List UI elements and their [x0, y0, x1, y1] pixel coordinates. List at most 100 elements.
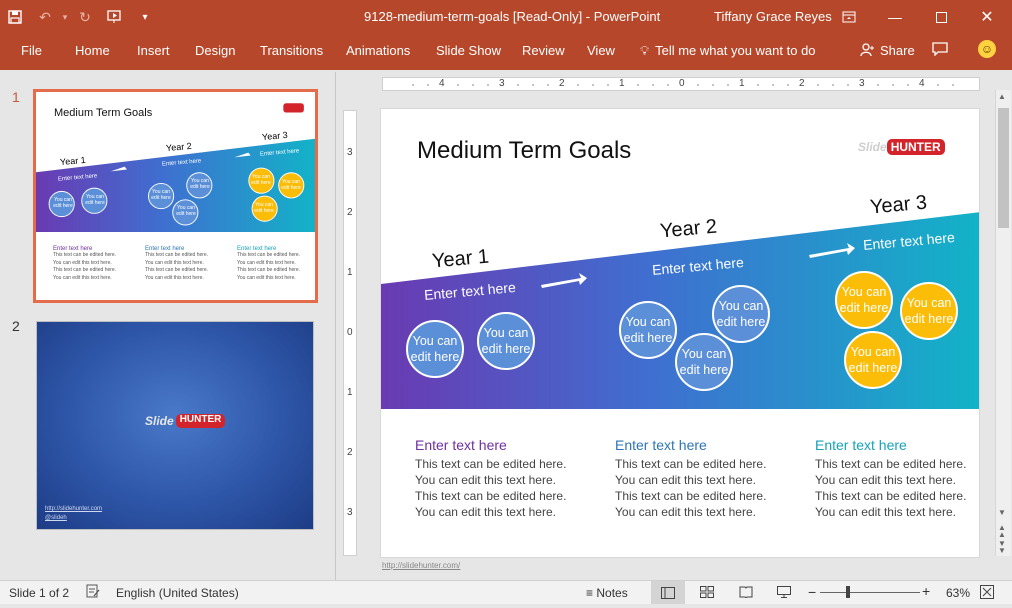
undo-dropdown-icon[interactable]: ▾	[60, 0, 70, 34]
tab-home[interactable]: Home	[75, 43, 110, 58]
thumb1-col-2: Enter text here This text can be edited …	[145, 246, 208, 282]
column-2-title[interactable]: Enter text here	[615, 437, 707, 453]
customize-toolbar-icon[interactable]: ▾	[130, 0, 160, 34]
tab-transitions[interactable]: Transitions	[260, 43, 323, 58]
hruler-num: 0	[679, 78, 685, 89]
goal-bubble[interactable]: You can edit here	[477, 312, 535, 370]
tab-view[interactable]: View	[587, 43, 615, 58]
thumb1-col1-line4: You can edit this text here.	[53, 274, 112, 281]
goal-bubble[interactable]: You can edit here	[406, 320, 464, 378]
undo-icon[interactable]: ↶	[30, 0, 60, 34]
bubble-line-1: You can	[681, 347, 727, 361]
bubble-line-2: edit here	[839, 301, 889, 315]
bubble-line-2: edit here	[716, 315, 766, 329]
title-bar: ↶ ▾ ↻ ▾ 9128-medium-term-goals [Read-Onl…	[0, 0, 1012, 34]
goal-bubble[interactable]: You can edit here	[712, 285, 770, 343]
thumb1-col-3: Enter text here This text can be edited …	[237, 246, 300, 282]
goal-bubble[interactable]: You can edit here	[900, 282, 958, 340]
tab-review[interactable]: Review	[522, 43, 565, 58]
normal-view-button[interactable]	[651, 581, 685, 604]
quick-access-toolbar: ↶ ▾ ↻ ▾	[0, 0, 160, 34]
lightbulb-icon: 💡︎	[640, 43, 650, 58]
thumb2-logo: Slide HUNTER	[145, 414, 226, 428]
hruler-num: 2	[559, 78, 565, 89]
thumb1-col1-line3: This text can be edited here.	[53, 267, 117, 273]
zoom-in-icon[interactable]: +	[922, 583, 930, 599]
redo-icon[interactable]: ↻	[70, 0, 100, 34]
tab-insert[interactable]: Insert	[137, 43, 170, 58]
hruler-num: 4	[919, 78, 925, 89]
slide-footer-link[interactable]: http://slidehunter.com/	[382, 561, 460, 570]
column-2-body[interactable]: This text can be edited here. You can ed…	[615, 456, 766, 520]
slide-title[interactable]: Medium Term Goals	[417, 137, 631, 165]
status-bar: Slide 1 of 2 English (United States) ≡ N…	[0, 580, 1012, 604]
zoom-slider-thumb[interactable]	[846, 586, 850, 598]
slide-counter: Slide 1 of 2	[9, 586, 70, 600]
tab-slide-show[interactable]: Slide Show	[436, 43, 501, 58]
language-indicator[interactable]: English (United States)	[116, 586, 239, 600]
reading-view-icon[interactable]	[739, 586, 753, 601]
vruler-num: 3	[347, 507, 353, 518]
vertical-ruler: 3 2 1 0 1 2 3	[343, 110, 357, 556]
goal-bubble[interactable]: You can edit here	[619, 301, 677, 359]
tab-animations[interactable]: Animations	[346, 43, 410, 58]
next-slide-icon[interactable]: ▼ ▼	[998, 540, 1006, 555]
ribbon-display-options-icon[interactable]	[826, 0, 872, 34]
thumb1-col2-line1: This text can be edited here.	[145, 252, 209, 258]
previous-slide-icon[interactable]: ▲ ▲	[998, 524, 1006, 539]
hruler-num: 3	[499, 78, 505, 89]
vruler-num: 3	[347, 147, 353, 158]
tab-file[interactable]: File	[21, 43, 42, 58]
thumb1-col1-line2: You can edit this text here.	[53, 259, 112, 266]
vruler-num: 2	[347, 207, 353, 218]
slide-sorter-view-icon[interactable]	[700, 586, 714, 601]
goal-bubble[interactable]: You can edit here	[675, 333, 733, 391]
zoom-out-icon[interactable]: −	[808, 584, 816, 600]
slide-thumbnail-1[interactable]: Medium Term Goals Year 1 Year 2 Year 3 E…	[33, 89, 318, 303]
spell-check-icon[interactable]	[86, 584, 100, 601]
thumb1-bubble-5: You can edit here	[176, 205, 196, 217]
maximize-icon[interactable]	[918, 0, 964, 34]
slide-number-2: 2	[12, 318, 20, 334]
thumb2-logo-hunter: HUNTER	[175, 414, 226, 428]
logo-hunter-text: HUNTER	[886, 139, 945, 155]
fit-slide-to-window-icon[interactable]	[980, 585, 994, 602]
goal-bubble[interactable]: You can edit here	[835, 271, 893, 329]
bubble-line-2: edit here	[481, 342, 531, 356]
share-button[interactable]: Share	[860, 43, 915, 60]
scroll-thumb[interactable]	[998, 108, 1009, 228]
thumb1-col2-line3: This text can be edited here.	[145, 267, 209, 273]
column-1-title[interactable]: Enter text here	[415, 437, 507, 453]
slide-number-1: 1	[12, 89, 20, 105]
notes-button[interactable]: ≡ Notes	[586, 586, 628, 600]
feedback-smiley-icon[interactable]: ☺	[978, 40, 996, 58]
thumb1-bubble-6: You can edit here	[251, 174, 271, 186]
scroll-up-icon[interactable]: ▲	[998, 92, 1006, 101]
close-icon[interactable]: ✕	[964, 0, 1010, 34]
tab-design[interactable]: Design	[195, 43, 235, 58]
minimize-icon[interactable]: —	[872, 0, 918, 34]
thumb2-link-1: http://slidehunter.com	[45, 506, 103, 512]
zoom-level[interactable]: 63%	[946, 586, 970, 600]
share-label: Share	[880, 43, 915, 58]
user-name[interactable]: Tiffany Grace Reyes	[714, 9, 832, 24]
thumb1-col3-line1: This text can be edited here.	[237, 252, 301, 258]
slidehunter-logo: Slide HUNTER	[858, 139, 945, 155]
column-3-body[interactable]: This text can be edited here. You can ed…	[815, 456, 966, 520]
column-1-body[interactable]: This text can be edited here. You can ed…	[415, 456, 566, 520]
hruler-num: 3	[859, 78, 865, 89]
comments-icon[interactable]	[932, 42, 948, 60]
tell-me-search[interactable]: 💡︎ Tell me what you want to do	[640, 43, 816, 59]
column-3-title[interactable]: Enter text here	[815, 437, 907, 453]
goal-bubble[interactable]: You can edit here	[844, 331, 902, 389]
slide-show-view-icon[interactable]	[777, 586, 791, 601]
start-from-beginning-icon[interactable]	[100, 0, 130, 34]
thumb1-bubble-7: You can edit here	[281, 179, 301, 191]
slide-thumbnail-2[interactable]: Slide HUNTER http://slidehunter.com @sli…	[36, 321, 314, 530]
main-slide-canvas[interactable]: Medium Term Goals Slide HUNTER Year 1 Yea…	[380, 108, 980, 558]
vertical-scrollbar[interactable]: ▲ ▼ ▲ ▲ ▼ ▼	[995, 90, 1011, 556]
scroll-down-icon[interactable]: ▼	[998, 508, 1006, 517]
vruler-num: 1	[347, 387, 353, 398]
zoom-slider[interactable]	[820, 592, 920, 593]
save-icon[interactable]	[0, 0, 30, 34]
